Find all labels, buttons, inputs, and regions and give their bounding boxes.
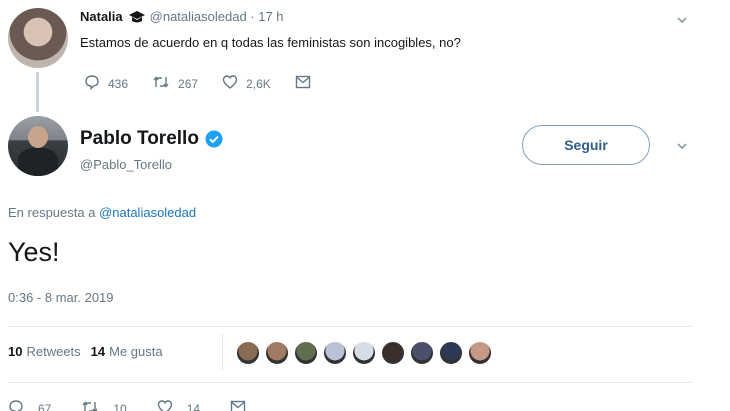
- reply-context-prefix: En respuesta a: [8, 205, 100, 220]
- liker-avatar[interactable]: [381, 341, 405, 365]
- reply-button[interactable]: 67: [8, 399, 51, 411]
- retweets-stat-label: Retweets: [26, 344, 81, 359]
- avatar[interactable]: [8, 116, 68, 176]
- likers-avatars: [236, 341, 497, 365]
- retweet-count: 267: [178, 76, 199, 91]
- author-handle[interactable]: @nataliasoledad · 17 h: [150, 9, 284, 24]
- direct-message-button[interactable]: [295, 75, 319, 92]
- like-count: 14: [186, 401, 201, 411]
- likes-stat-count: 14: [90, 344, 106, 359]
- liker-avatar[interactable]: [323, 341, 347, 365]
- likes-stat[interactable]: 14 Me gusta: [91, 344, 163, 359]
- verified-badge-icon: [205, 130, 223, 148]
- like-button[interactable]: 2,6K: [222, 74, 271, 93]
- graduation-cap-icon: [128, 10, 145, 24]
- reply-icon: [8, 399, 32, 411]
- message-icon: [295, 75, 319, 92]
- retweet-button[interactable]: 10: [81, 399, 127, 411]
- divider: [8, 382, 692, 383]
- retweets-stat[interactable]: 10 Retweets: [8, 344, 81, 359]
- tweet-text: Estamos de acuerdo en q todas las femini…: [80, 35, 461, 50]
- divider: [8, 326, 692, 327]
- reply-button[interactable]: 436: [84, 74, 128, 93]
- tweet-actions: 67 10 14: [8, 399, 284, 411]
- reply-count: 436: [108, 76, 129, 91]
- retweet-icon: [81, 399, 107, 411]
- avatar[interactable]: [8, 8, 68, 68]
- retweet-icon: [152, 74, 178, 93]
- chevron-down-icon[interactable]: [676, 140, 688, 152]
- liker-avatar[interactable]: [236, 341, 260, 365]
- retweet-count: 10: [113, 401, 127, 411]
- message-icon: [230, 400, 254, 411]
- stats-separator: [222, 334, 223, 370]
- like-icon: [157, 399, 181, 411]
- liker-avatar[interactable]: [265, 341, 289, 365]
- parent-tweet[interactable]: Natalia @nataliasoledad · 17 h Estamos d…: [0, 0, 730, 112]
- thread-line: [36, 72, 39, 112]
- author-name[interactable]: Natalia: [80, 9, 123, 24]
- reply-context: En respuesta a @nataliasoledad: [8, 205, 196, 220]
- tweet-stats: 10 Retweets 14 Me gusta: [8, 344, 173, 359]
- author-name[interactable]: Pablo Torello: [80, 128, 199, 150]
- liker-avatar[interactable]: [439, 341, 463, 365]
- retweet-button[interactable]: 267: [152, 74, 198, 93]
- like-button[interactable]: 14: [157, 399, 200, 411]
- author-name-row: Pablo Torello: [80, 128, 223, 150]
- liker-avatar[interactable]: [352, 341, 376, 365]
- reply-count: 67: [38, 401, 52, 411]
- parent-tweet-header: Natalia @nataliasoledad · 17 h: [80, 9, 284, 24]
- tweet-actions: 436 267 2,6K: [84, 74, 343, 93]
- tweet-timestamp[interactable]: 0:36 - 8 mar. 2019: [8, 290, 114, 305]
- reply-target-link[interactable]: @nataliasoledad: [99, 205, 196, 220]
- chevron-down-icon[interactable]: [676, 14, 688, 26]
- liker-avatar[interactable]: [410, 341, 434, 365]
- like-count: 2,6K: [246, 76, 271, 91]
- author-handle[interactable]: @Pablo_Torello: [80, 157, 172, 172]
- follow-button[interactable]: Seguir: [522, 125, 650, 165]
- tweet-text: Yes!: [8, 237, 60, 267]
- retweets-stat-count: 10: [8, 344, 23, 359]
- liker-avatar[interactable]: [468, 341, 492, 365]
- direct-message-button[interactable]: [230, 400, 254, 411]
- like-icon: [222, 74, 246, 93]
- liker-avatar[interactable]: [294, 341, 318, 365]
- likes-stat-label: Me gusta: [109, 344, 163, 359]
- reply-icon: [84, 74, 108, 93]
